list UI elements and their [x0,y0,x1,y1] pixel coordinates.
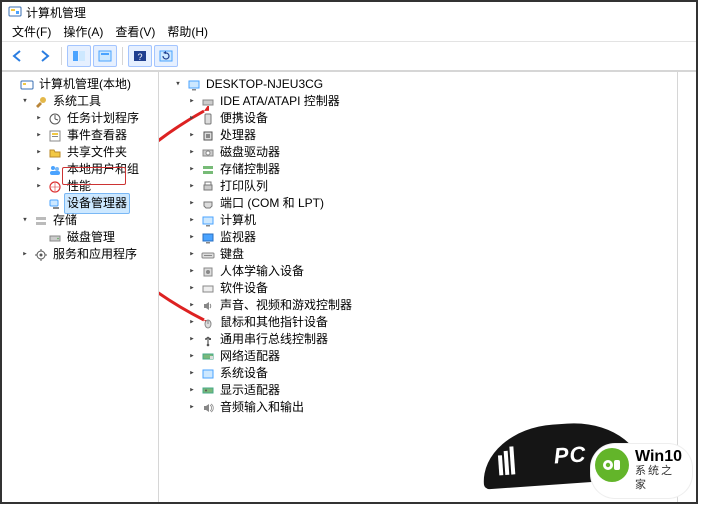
tree-toggle-icon[interactable] [34,165,44,175]
tree-toggle-icon[interactable] [20,97,30,107]
menu-file[interactable]: 文件(F) [8,21,55,42]
tree-toggle-icon[interactable] [187,250,197,260]
menu-view[interactable]: 查看(V) [111,21,159,42]
tree-toggle-icon[interactable] [187,165,197,175]
tree-toggle-icon[interactable] [187,386,197,396]
tree-item-label: 服务和应用程序 [50,244,140,265]
tree-toggle-icon[interactable] [187,114,197,124]
toolbar-sep [61,47,62,65]
tree-toggle-icon[interactable] [187,369,197,379]
tree-local-users[interactable]: 本地用户和组 [34,161,156,178]
system-device-icon [201,367,215,381]
network-adapter-icon [201,350,215,364]
tree-toggle-icon[interactable] [187,182,197,192]
menu-bar: 文件(F) 操作(A) 查看(V) 帮助(H) [2,21,696,42]
tree-toggle-icon[interactable] [173,80,183,90]
usb-icon [201,333,215,347]
device-cat-computer[interactable]: 计算机 [187,212,675,229]
window-title: 计算机管理 [26,4,86,21]
tree-toggle-icon[interactable] [34,182,44,192]
tree-toggle-icon[interactable] [187,301,197,311]
printer-icon [201,180,215,194]
tree-toggle-icon[interactable] [187,97,197,107]
tree-item-label: 音频输入和输出 [217,397,307,418]
portable-device-icon [201,112,215,126]
management-console-window: 计算机管理 文件(F) 操作(A) 查看(V) 帮助(H) ? 计算机管理(本 [0,0,698,504]
audio-io-icon [201,401,215,415]
toolbar-sep [122,47,123,65]
menu-help[interactable]: 帮助(H) [163,21,212,42]
menu-action[interactable]: 操作(A) [59,21,107,42]
tree-toggle-icon[interactable] [187,199,197,209]
device-manager-tree-pane[interactable]: DESKTOP-NJEU3CG IDE ATA/ATAPI 控制器 便携设备 处… [159,72,677,504]
tree-toggle-icon[interactable] [187,267,197,277]
tree-toggle-icon[interactable] [187,131,197,141]
ports-icon [201,197,215,211]
tree-toggle-icon[interactable] [187,233,197,243]
device-cat-monitors[interactable]: 监视器 [187,229,675,246]
device-cat-ports[interactable]: 端口 (COM 和 LPT) [187,195,675,212]
sound-icon [201,299,215,313]
tree-toggle-icon[interactable] [187,318,197,328]
system-tools-icon [34,95,48,109]
device-cat-portable[interactable]: 便携设备 [187,110,675,127]
panes: 计算机管理(本地) 系统工具 [2,71,696,504]
disk-drive-icon [201,146,215,160]
performance-icon [48,180,62,194]
shared-folders-icon [48,146,62,160]
computer-management-icon [20,78,34,92]
tree-toggle-icon[interactable] [187,148,197,158]
device-manager-icon [48,197,62,211]
tree-toggle-icon [34,233,44,243]
software-device-icon [201,282,215,296]
show-hide-console-tree-button[interactable] [67,45,91,67]
tree-toggle-icon[interactable] [20,250,30,260]
ide-ata-icon [201,95,215,109]
disk-management-icon [48,231,62,245]
tree-toggle-icon[interactable] [187,352,197,362]
navigation-tree-pane[interactable]: 计算机管理(本地) 系统工具 [2,72,159,504]
local-users-icon [48,163,62,177]
keyboard-icon [201,248,215,262]
tree-toggle-icon[interactable] [187,284,197,294]
display-adapter-icon [201,384,215,398]
forward-button[interactable] [32,45,56,67]
tree-toggle-icon[interactable] [34,114,44,124]
computer-icon [201,214,215,228]
task-scheduler-icon [48,112,62,126]
tree-toggle-icon[interactable] [187,335,197,345]
event-viewer-icon [48,129,62,143]
tree-toggle-icon[interactable] [187,403,197,413]
cpu-icon [201,129,215,143]
tree-toggle-icon[interactable] [34,131,44,141]
back-button[interactable] [6,45,30,67]
device-cat-audio-io[interactable]: 音频输入和输出 [187,399,675,416]
services-apps-icon [34,248,48,262]
mouse-icon [201,316,215,330]
tree-services-apps[interactable]: 服务和应用程序 [20,246,156,263]
hid-icon [201,265,215,279]
toolbar: ? [2,42,696,71]
tree-toggle-icon [6,80,16,90]
tree-toggle-icon [34,199,44,209]
title-bar[interactable]: 计算机管理 [2,2,696,21]
monitor-icon [201,231,215,245]
svg-text:?: ? [137,52,142,62]
storage-controller-icon [201,163,215,177]
tree-toggle-icon[interactable] [20,216,30,226]
computer-icon [187,78,201,92]
storage-icon [34,214,48,228]
app-icon [8,5,22,19]
help-button[interactable]: ? [128,45,152,67]
refresh-button[interactable] [154,45,178,67]
properties-button[interactable] [93,45,117,67]
tree-toggle-icon[interactable] [187,216,197,226]
tree-toggle-icon[interactable] [34,148,44,158]
right-gutter [677,72,696,504]
